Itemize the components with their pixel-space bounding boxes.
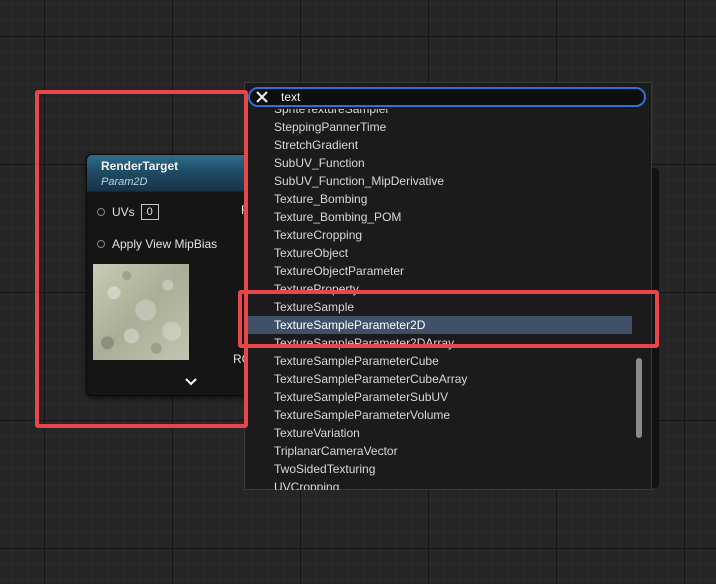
search-box[interactable]: text xyxy=(248,87,646,107)
list-item[interactable]: TextureSampleParameterCubeArray xyxy=(246,370,632,388)
list-item[interactable]: StretchGradient xyxy=(246,136,632,154)
list-item[interactable]: TextureSampleParameterSubUV xyxy=(246,388,632,406)
list-item[interactable]: TextureObjectParameter xyxy=(246,262,632,280)
list-item[interactable]: SubUV_Function xyxy=(246,154,632,172)
list-item[interactable]: TextureVariation xyxy=(246,424,632,442)
list-item[interactable]: TwoSidedTexturing xyxy=(246,460,632,478)
menu-scrollbar[interactable] xyxy=(636,358,642,438)
list-item[interactable]: SteppingPannerTime xyxy=(246,118,632,136)
close-icon[interactable] xyxy=(254,89,272,105)
search-input[interactable]: text xyxy=(281,90,300,104)
node-highlight-box xyxy=(35,90,248,428)
menu-selection-highlight-box xyxy=(238,290,659,348)
list-item[interactable]: TextureCropping xyxy=(246,226,632,244)
list-item[interactable]: UVCropping xyxy=(246,478,632,490)
list-item[interactable]: SpriteTextureSampler xyxy=(246,109,632,118)
list-item[interactable]: SubUV_Function_MipDerivative xyxy=(246,172,632,190)
list-item[interactable]: Texture_Bombing xyxy=(246,190,632,208)
list-item[interactable]: Texture_Bombing_POM xyxy=(246,208,632,226)
list-item[interactable]: TextureSampleParameterCube xyxy=(246,352,632,370)
list-item[interactable]: TextureObject xyxy=(246,244,632,262)
list-item[interactable]: TriplanarCameraVector xyxy=(246,442,632,460)
list-item[interactable]: TextureSampleParameterVolume xyxy=(246,406,632,424)
